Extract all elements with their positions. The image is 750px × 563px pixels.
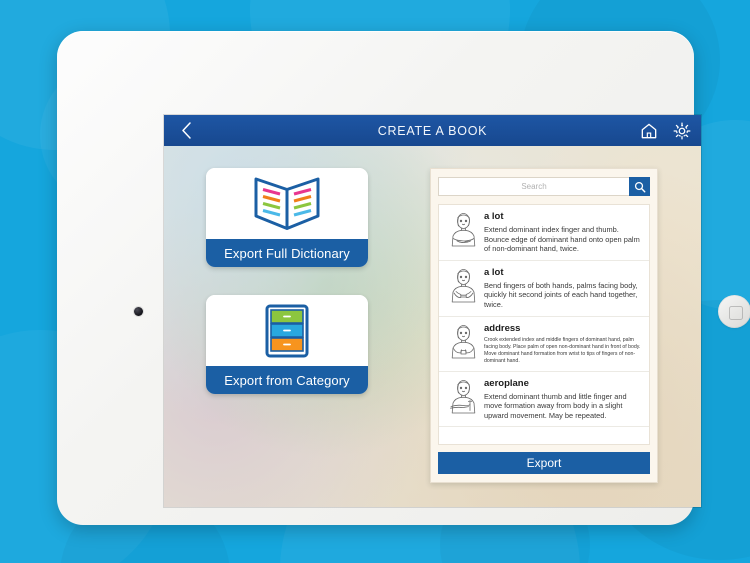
entry-description: Extend dominant index finger and thumb. … — [484, 225, 640, 254]
list-item[interactable]: address Crook extended index and middle … — [439, 317, 649, 372]
tile-artwork — [206, 295, 368, 366]
export-button[interactable]: Export — [438, 452, 650, 474]
open-book-icon — [254, 177, 320, 230]
export-full-dictionary-tile[interactable]: Export Full Dictionary — [206, 168, 368, 267]
page-title: CREATE A BOOK — [377, 123, 488, 138]
dictionary-entry-list[interactable]: a lot Extend dominant index finger and t… — [438, 204, 650, 445]
sign-language-figure-icon — [445, 211, 481, 254]
tablet-device-frame: CREATE A BOOK Export Full Dictionary Exp… — [57, 31, 750, 525]
tile-label: Export Full Dictionary — [206, 239, 368, 267]
home-icon[interactable] — [639, 121, 659, 141]
entry-description: Crook extended index and middle fingers … — [484, 336, 641, 364]
tablet-screen: CREATE A BOOK Export Full Dictionary Exp… — [164, 115, 701, 507]
app-body: Export Full Dictionary Export from Categ… — [164, 146, 701, 507]
entry-word: aeroplane — [484, 377, 529, 389]
search-input[interactable] — [438, 177, 629, 196]
export-from-category-tile[interactable]: Export from Category — [206, 295, 368, 394]
sign-language-figure-icon — [445, 378, 481, 421]
entry-description: Extend dominant thumb and little finger … — [484, 391, 627, 420]
sign-language-figure-icon — [445, 267, 481, 310]
entry-text: aeroplane Extend dominant thumb and litt… — [481, 378, 642, 421]
list-item[interactable]: a lot Extend dominant index finger and t… — [439, 205, 649, 261]
entry-word: a lot — [484, 211, 504, 222]
search-bar — [438, 177, 650, 196]
screenshot-stage: CREATE A BOOK Export Full Dictionary Exp… — [0, 0, 750, 563]
header-actions — [639, 121, 692, 141]
app-header: CREATE A BOOK — [164, 115, 701, 146]
front-camera — [134, 307, 143, 316]
sign-language-figure-icon — [445, 323, 481, 365]
export-options-column: Export Full Dictionary Export from Categ… — [206, 168, 368, 422]
search-button[interactable] — [629, 177, 650, 196]
entry-text: a lot Extend dominant index finger and t… — [481, 211, 642, 254]
entry-text: a lot Bend fingers of both hands, palms … — [481, 267, 642, 310]
home-button[interactable] — [718, 295, 750, 328]
file-cabinet-icon — [265, 304, 309, 357]
gear-icon[interactable] — [672, 121, 692, 141]
list-item[interactable]: a lot Bend fingers of both hands, palms … — [439, 261, 649, 317]
entry-text: address Crook extended index and middle … — [481, 323, 642, 365]
tile-label: Export from Category — [206, 366, 368, 394]
search-icon — [634, 181, 645, 192]
entry-description: Bend fingers of both hands, palms facing… — [484, 280, 638, 309]
tile-artwork — [206, 168, 368, 239]
entry-word: address — [484, 322, 521, 334]
entry-word: a lot — [484, 266, 504, 278]
dictionary-panel: a lot Extend dominant index finger and t… — [430, 168, 658, 483]
list-item[interactable]: aeroplane Extend dominant thumb and litt… — [439, 372, 649, 428]
